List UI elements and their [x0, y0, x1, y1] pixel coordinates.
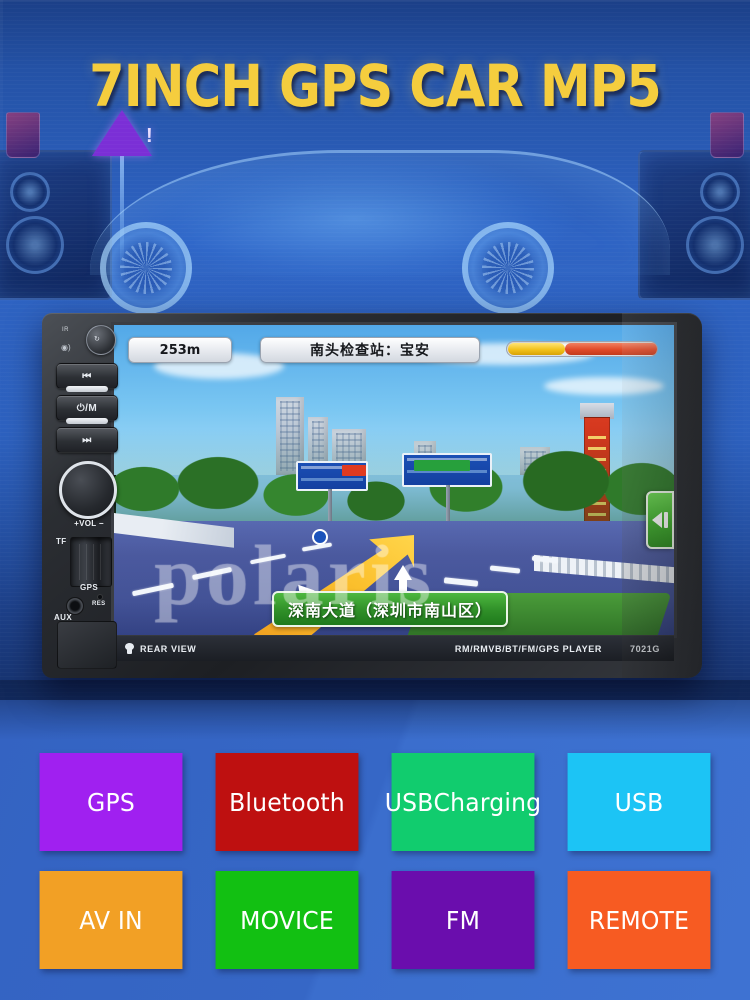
gps-card-slot-label: GPS	[80, 583, 99, 592]
feature-tile-label: USB	[614, 787, 664, 817]
mug-prop-left	[6, 112, 40, 158]
progress-remaining-segment	[565, 343, 657, 355]
microphone-icon: ◉)	[61, 343, 71, 352]
feature-tiles-row-1: GPS Bluetooth USB Charging USB	[0, 753, 750, 851]
car-stereo-unit: IR ◉) ↻ ⏮ ⏻/M ⏭ +VOL − TF GPS AUX RES 25…	[42, 313, 702, 678]
feature-tile-gps[interactable]: GPS	[39, 753, 183, 851]
destination-indicator: 南头检查站：宝安	[260, 337, 480, 363]
car-wheel-rear	[462, 222, 554, 314]
feature-tile-remote[interactable]: REMOTE	[567, 871, 711, 969]
ir-sensor-label: IR	[62, 327, 69, 333]
chevron-left-icon	[652, 512, 662, 528]
route-progress-bar	[506, 341, 658, 357]
feature-tiles-section: GPS Bluetooth USB Charging USB AV IN MOVICE FM…	[0, 680, 750, 1000]
feature-tile-label: Bluetooth	[229, 787, 345, 817]
device-info-group: RM/RMVB/BT/FM/GPS PLAYER 7021G	[455, 644, 660, 654]
collapse-panel-tab[interactable]	[646, 491, 674, 549]
camera-viewfinder-lens-icon	[700, 172, 740, 212]
button-divider	[66, 386, 108, 392]
feature-tile-movice[interactable]: MOVICE	[215, 871, 359, 969]
volume-knob-label: +VOL −	[74, 519, 104, 528]
feature-tile-label: USB	[384, 787, 434, 817]
page-root: 7INCH GPS CAR MP5 IR ◉) ↻ ⏮ ⏻/M ⏭ +VOL −…	[0, 0, 750, 1000]
mug-prop-right	[710, 112, 744, 158]
feature-tile-label: FM	[445, 905, 481, 935]
progress-traveled-segment	[508, 343, 565, 355]
feature-tile-fm[interactable]: FM	[391, 871, 535, 969]
feature-tile-bluetooth[interactable]: Bluetooth	[215, 753, 359, 851]
feature-tiles-row-2: AV IN MOVICE FM REMOTE	[0, 871, 750, 969]
feature-tile-label: MOVICE	[240, 905, 334, 935]
navigation-screen[interactable]: polaris 253m 南头检查站：宝安 深南大道（深圳市南山区）	[114, 325, 674, 635]
lower-panel-plate	[57, 621, 117, 669]
rear-view-group: REAR VIEW	[124, 643, 196, 654]
camera-main-lens-icon	[6, 216, 64, 274]
reset-label: RES	[92, 601, 106, 607]
tf-card-slot-label: TF	[56, 537, 67, 546]
button-divider	[66, 418, 108, 424]
device-bottom-strip: REAR VIEW RM/RMVB/BT/FM/GPS PLAYER 7021G	[114, 635, 674, 661]
highway-sign-green-panel	[414, 460, 470, 471]
feature-tile-label: AV IN	[79, 905, 143, 935]
next-track-button[interactable]: ⏭	[56, 427, 118, 453]
mode-knob[interactable]: ↻	[86, 325, 116, 355]
highway-sign-red-panel	[342, 465, 366, 476]
mode-knob-label: ↻	[94, 336, 100, 343]
straight-arrow-icon	[394, 565, 412, 594]
feature-tile-av-in[interactable]: AV IN	[39, 871, 183, 969]
feature-tile-label: Charging	[433, 787, 542, 817]
car-wheel-front	[100, 222, 192, 314]
model-number-label: 7021G	[629, 643, 660, 654]
control-panel: IR ◉) ↻ ⏮ ⏻/M ⏭ +VOL − TF GPS AUX RES	[52, 319, 124, 671]
reset-button[interactable]	[97, 594, 103, 600]
page-title: 7INCH GPS CAR MP5	[89, 52, 662, 120]
tf-gps-card-slot[interactable]	[70, 537, 112, 587]
tab-bar-icon	[664, 512, 668, 528]
camera-viewfinder-lens-icon	[10, 172, 50, 212]
current-street-label: 深南大道（深圳市南山区）	[272, 591, 509, 627]
feature-tile-usb[interactable]: USB	[567, 753, 711, 851]
volume-knob[interactable]	[59, 461, 117, 519]
feature-tile-label: GPS	[87, 787, 135, 817]
feature-tile-usb-charging[interactable]: USB Charging	[385, 753, 541, 851]
feature-tile-label: REMOTE	[588, 905, 690, 935]
rear-view-label: REAR VIEW	[140, 643, 197, 654]
supported-formats-label: RM/RMVB/BT/FM/GPS PLAYER	[454, 643, 602, 654]
distance-indicator: 253m	[128, 337, 232, 363]
camera-icon	[124, 643, 135, 654]
